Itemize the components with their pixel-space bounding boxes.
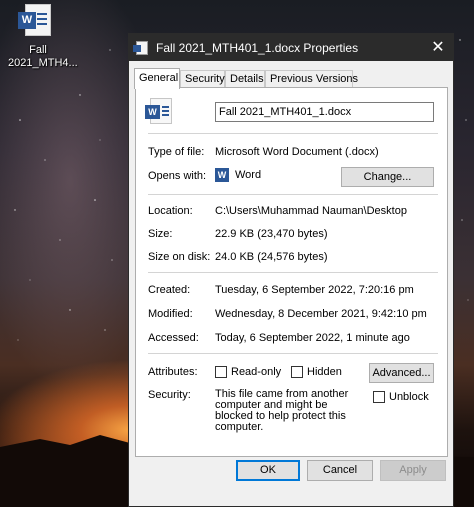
tab-security[interactable]: Security [180,70,225,88]
unblock-checkbox[interactable] [373,391,385,404]
divider [148,353,438,354]
general-tab-panel: W Type of file: Microsoft Word Document … [135,87,448,457]
apply-button[interactable]: Apply [380,460,446,481]
unblock-option[interactable]: Unblock [373,391,429,404]
type-label: Type of file: [148,146,205,158]
tab-details[interactable]: Details [225,70,265,88]
file-name-input[interactable] [215,102,434,122]
opens-with-value: W Word [215,168,261,182]
word-document-icon [133,41,148,55]
word-badge: W [145,105,160,119]
divider [148,133,438,134]
modified-label: Modified: [148,308,193,320]
word-badge: W [18,12,36,29]
change-button[interactable]: Change... [341,167,434,187]
security-warning-text: This file came from another computer and… [215,388,349,433]
hidden-label: Hidden [307,366,342,378]
desktop-file-label: Fall 2021_MTH4... [8,44,78,69]
unblock-label: Unblock [389,391,429,403]
word-document-icon: W [145,98,172,124]
opens-with-app-name: Word [235,168,262,181]
readonly-checkbox[interactable] [215,366,227,379]
attributes-label: Attributes: [148,366,198,378]
hidden-checkbox[interactable] [291,366,303,379]
readonly-label: Read-only [231,366,282,378]
opens-with-label: Opens with: [148,170,207,182]
ok-button[interactable]: OK [236,460,300,481]
word-document-icon: W [18,4,51,36]
advanced-button[interactable]: Advanced... [369,363,434,383]
size-on-disk-value: 24.0 KB (24,576 bytes) [215,251,328,263]
properties-dialog: Fall 2021_MTH401_1.docx Properties ✕ Gen… [128,33,454,507]
size-value: 22.9 KB (23,470 bytes) [215,228,328,240]
created-value: Tuesday, 6 September 2022, 7:20:16 pm [215,284,414,296]
security-label: Security: [148,389,191,401]
created-label: Created: [148,284,191,296]
divider [148,194,438,195]
desktop-file-icon[interactable]: W Fall 2021_MTH4... [8,4,78,70]
divider [148,272,438,273]
tab-previous-versions[interactable]: Previous Versions [265,70,358,88]
close-button[interactable]: ✕ [423,34,453,61]
accessed-label: Accessed: [148,332,199,344]
type-value: Microsoft Word Document (.docx) [215,146,379,158]
modified-value: Wednesday, 8 December 2021, 9:42:10 pm [215,308,427,320]
tab-general[interactable]: General [134,68,180,89]
location-value: C:\Users\Muhammad Nauman\Desktop [215,205,407,217]
title-bar[interactable]: Fall 2021_MTH401_1.docx Properties ✕ [129,34,453,61]
readonly-option[interactable]: Read-only [215,366,282,379]
cancel-button[interactable]: Cancel [307,460,373,481]
window-title: Fall 2021_MTH401_1.docx Properties [156,41,359,55]
size-label: Size: [148,228,173,240]
size-on-disk-label: Size on disk: [148,251,211,263]
hidden-option[interactable]: Hidden [291,366,342,379]
location-label: Location: [148,205,193,217]
accessed-value: Today, 6 September 2022, 1 minute ago [215,332,410,344]
word-app-icon: W [215,168,229,182]
